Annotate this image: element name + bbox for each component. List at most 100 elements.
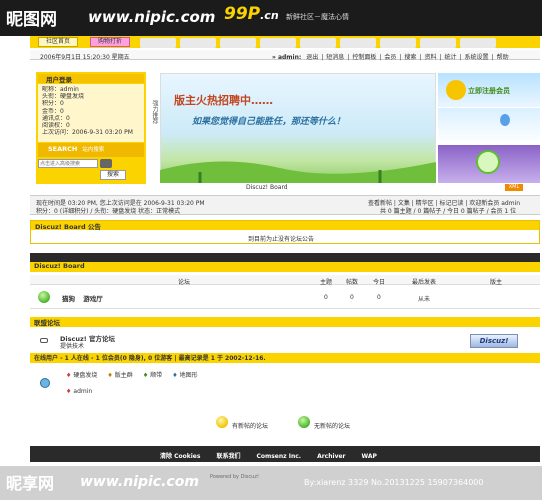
nav-7[interactable]: 系统设置 [465,54,489,61]
users-icon [40,378,50,388]
group-icon: ♦ [142,372,149,379]
col-today: 今日 [373,279,386,286]
links-title-bar: 联盟论坛 [30,317,540,327]
search-title: SEARCH [48,145,78,153]
nav-separator: | [379,54,382,61]
board-title[interactable]: Discuz! Board [34,262,85,270]
col-posts: 帖数 [346,279,359,286]
login-line: 头衔：硬盘发烧 [42,93,85,101]
login-line: 阅读权：0 [42,122,70,130]
login-line: 通讯点：0 [42,114,70,122]
search-subtitle: 站内搜索 [82,147,105,153]
board-header-row [30,275,540,285]
online-group: 硬盘发烧 [73,372,98,379]
notice-body: 到目前为止没有论坛公告 [248,236,315,243]
online-users[interactable]: ♦ admin [66,388,92,395]
nav-separator: | [321,54,324,61]
site-tagline: 新鲜社区－魔法心情 [286,13,349,21]
nav-6[interactable]: 统计 [445,54,457,61]
row-today: 0 [377,294,381,301]
nav-8[interactable]: 帮助 [497,54,509,61]
user-link[interactable]: » admin: [272,54,301,61]
online-groups: ♦ 硬盘发烧 ♦ 版主群 ♦ 顺带 ♦ 地图形 [66,370,208,379]
watermark-logo-bottom: 昵享网 [6,474,55,493]
login-line: 昵称：admin [42,86,79,93]
nav-4[interactable]: 搜索 [404,54,416,61]
tab-placeholder[interactable] [340,38,376,48]
nav-separator: | [399,54,402,61]
watermark-id: By:xiarenz 3329 No.20131225 15907364000 [304,478,484,487]
nav-3[interactable]: 会员 [384,54,396,61]
tab-placeholder[interactable] [220,38,256,48]
login-title-bar: 用户登录 [38,74,144,84]
login-line: 金币：0 [42,107,64,115]
login-info: 昵称：admin 头衔：硬盘发烧 积分：0 金币：0 通讯点：0 阅读权：0 上次访问：20… [38,84,144,142]
tab-placeholder[interactable] [260,38,296,48]
online-user[interactable]: admin [73,388,92,395]
forum-status-icon [38,291,50,303]
login-line: 积分：0 [42,100,64,108]
nav-separator: | [419,54,422,61]
col-topics: 主题 [320,279,333,286]
row-last: 从未 [418,296,431,303]
links-title: 联盟论坛 [34,319,60,327]
online-group: 地图形 [179,372,198,379]
search-input[interactable] [38,159,98,168]
tab-home[interactable]: 社区首页 [38,37,78,47]
xml-badge[interactable]: XML [505,184,523,191]
online-title: 在线用户 - 1 人在线 - 1 位会员(0 隐身), 0 位游客 | 最高记录… [34,355,266,362]
col-mods: 版主 [490,279,503,286]
tab-placeholder[interactable] [460,38,496,48]
tab-placeholder[interactable] [420,38,456,48]
group-icon: ♦ [66,372,72,379]
legend-new: 有新帖的论坛 [232,423,269,430]
col-forum: 论坛 [178,279,191,286]
login-line: 上次访问：2006-9-31 03:20 PM [42,129,133,137]
search-title-bar: SEARCH 站内搜索 [38,143,144,157]
link-icon [40,338,48,343]
discuz-badge[interactable]: Discuz! [470,334,518,348]
top-nav: » admin: 退出 | 短消息 | 控制面板 | 会员 | 搜索 | 资料 | 统计 | 系统设置 | 帮助 [272,52,512,61]
nav-separator: | [347,54,350,61]
user-icon: ♦ [66,388,72,395]
footer-link[interactable]: Archiver [317,453,345,460]
nav-separator: | [459,54,462,61]
row-posts: 0 [350,294,354,301]
status-line2: 积分：0 (详细积分) / 头衔：硬盘发烧 状态：正常模式 [36,208,181,215]
notice-title: Discuz! Board 公告 [35,223,101,231]
tab-placeholders [140,38,530,48]
link-sub: 提供技术 [60,343,85,350]
group-icon: ♦ [107,372,113,379]
balloon-ad[interactable] [438,108,540,144]
table-row[interactable] [30,287,540,309]
footer-link[interactable]: 清除 Cookies [160,453,200,460]
stats-text: 共 0 篇主题 / 0 篇帖子 / 今日 0 篇帖子 / 会员 1 位 [380,208,517,215]
tab-placeholder[interactable] [380,38,416,48]
footer-link[interactable]: Comsenz Inc. [256,453,301,460]
board-title-bar: Discuz! Board [30,262,540,272]
banner-hills-icon [160,161,436,183]
footer-link[interactable]: 联系我们 [216,453,240,460]
globe-icon [476,150,500,174]
tab-placeholder[interactable] [300,38,336,48]
nav-2[interactable]: 控制面板 [352,54,376,61]
recommend-label: 强力推荐 [151,100,158,124]
tab-shopping[interactable]: 购物打折 [90,37,130,47]
search-go-icon[interactable] [100,159,112,168]
register-ad-text: 立即注册会员 [468,87,510,95]
tab-placeholder[interactable] [140,38,176,48]
nav-separator: | [491,54,494,61]
search-button[interactable]: 搜索 [100,170,126,180]
nav-5[interactable]: 资料 [424,54,436,61]
footer-link[interactable]: WAP [362,453,377,460]
forum-name[interactable]: 猫狗 游戏厅 [62,293,103,303]
nav-0[interactable]: 退出 [306,54,318,61]
site-logo[interactable]: 99P.cn [224,4,279,24]
watermark-url-bottom: www.nipic.com [80,474,199,490]
smiley-icon [446,80,466,100]
nav-separator: | [439,54,442,61]
banner-subheadline: 如果您觉得自己能胜任，那还等什么！ [192,117,346,127]
nav-1[interactable]: 短消息 [326,54,344,61]
tab-placeholder[interactable] [180,38,216,48]
online-title-bar: 在线用户 - 1 人在线 - 1 位会员(0 隐身), 0 位游客 | 最高记录… [30,353,540,363]
